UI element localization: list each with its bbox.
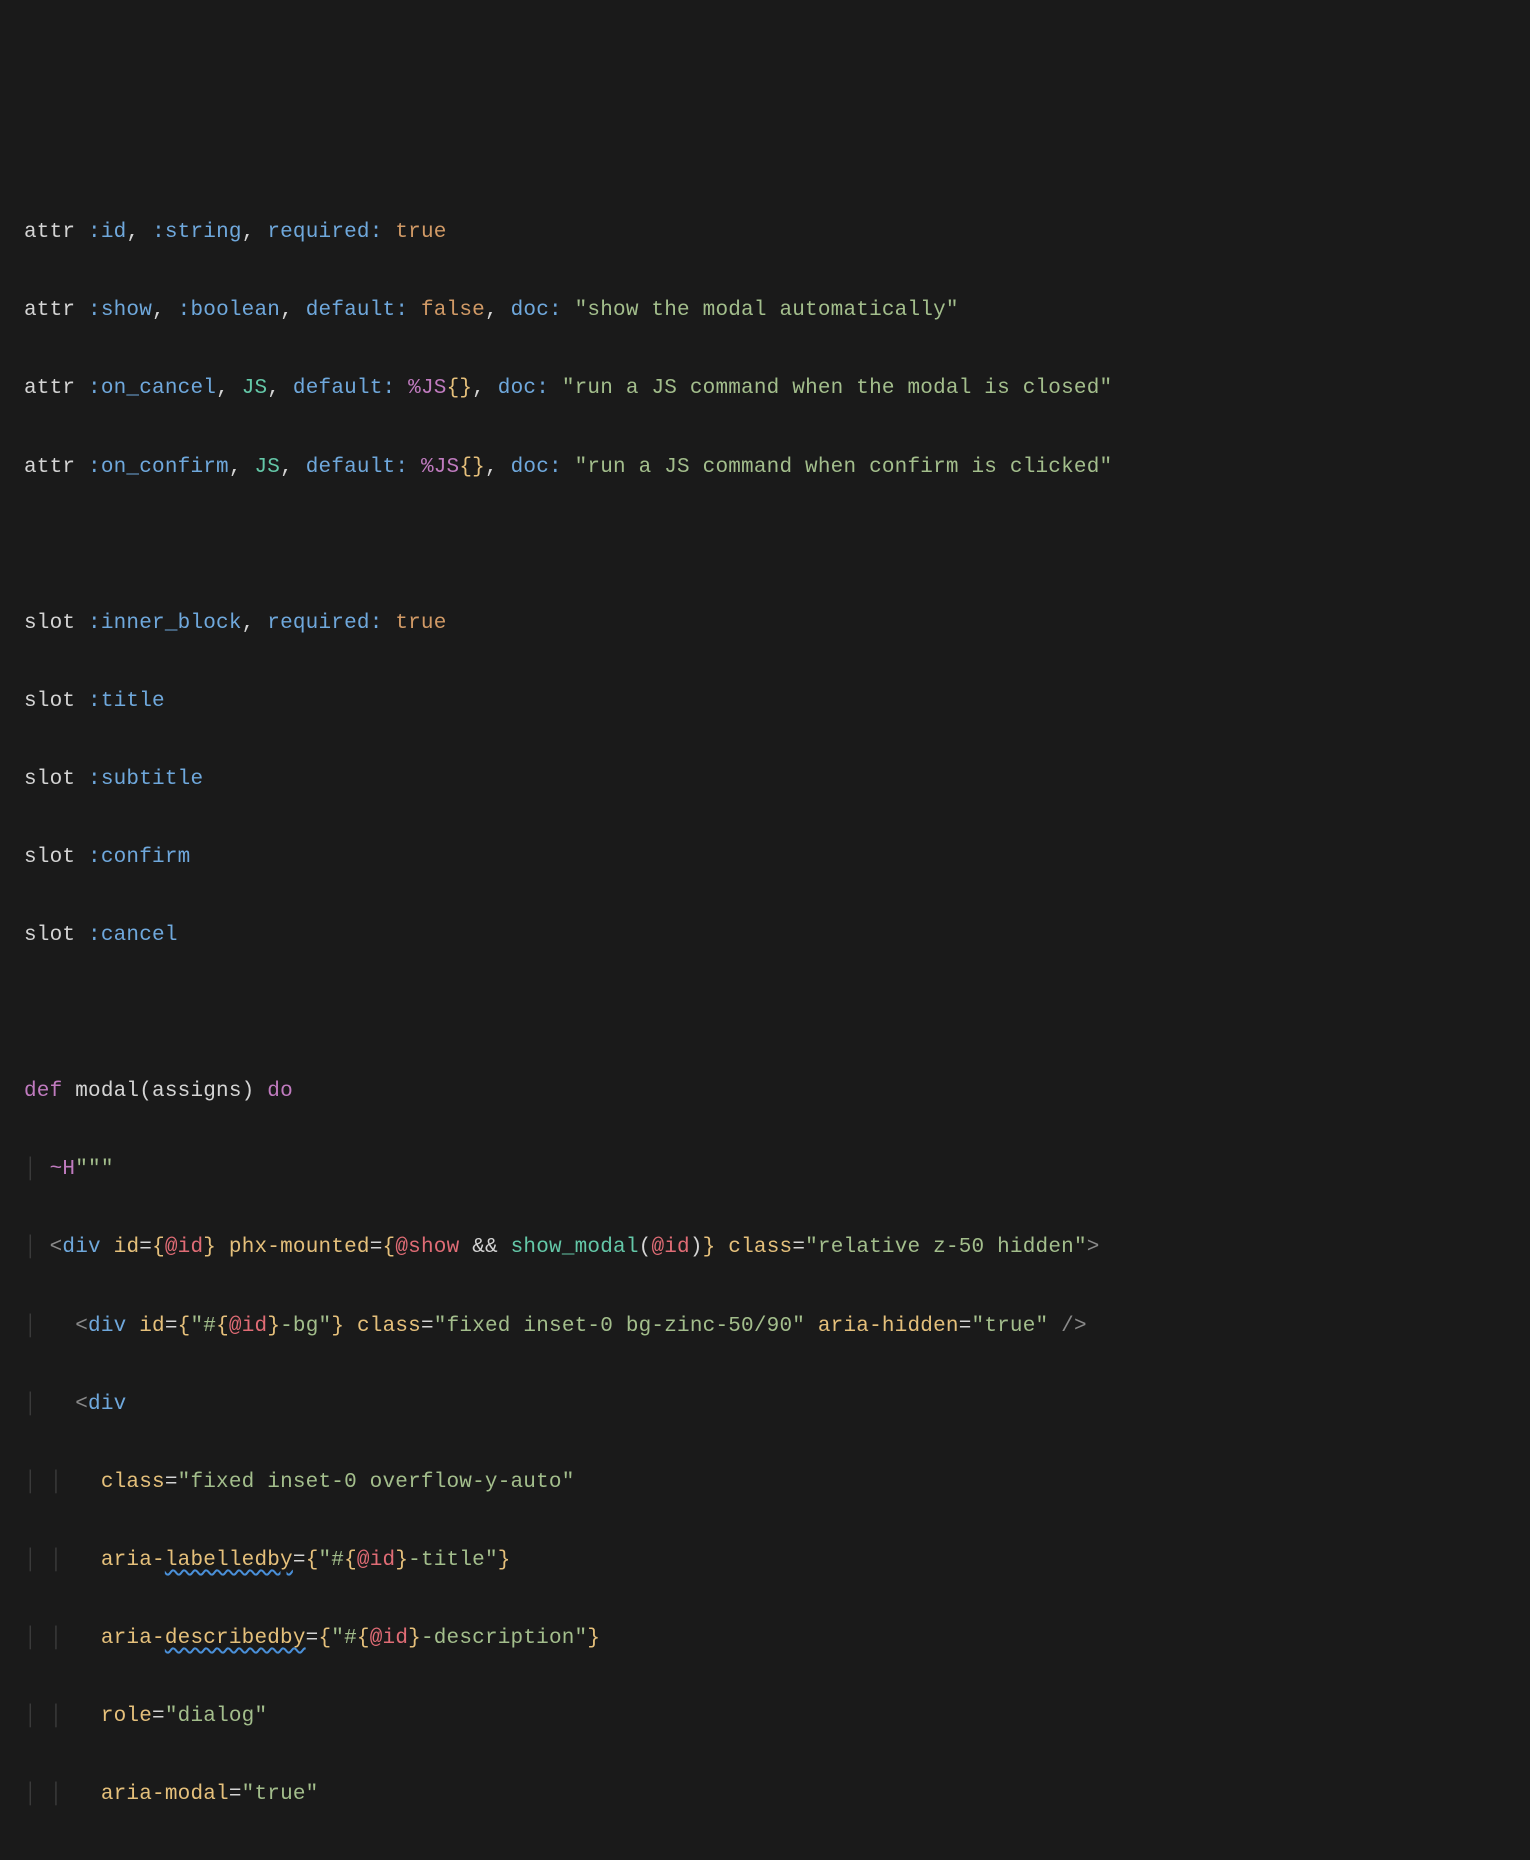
code-line: slot :title bbox=[24, 682, 1530, 721]
code-line: │ ~H""" bbox=[24, 1150, 1530, 1189]
code-line: slot :subtitle bbox=[24, 760, 1530, 799]
code-line: │ <div id={"#{@id}-bg"} class="fixed ins… bbox=[24, 1307, 1530, 1346]
code-line: attr :on_confirm, JS, default: %JS{}, do… bbox=[24, 448, 1530, 487]
code-line: │ │ aria-describedby={"#{@id}-descriptio… bbox=[24, 1619, 1530, 1658]
indent-guide-icon: │ │ bbox=[24, 1549, 75, 1572]
code-line: slot :cancel bbox=[24, 916, 1530, 955]
code-line: │ │ role="dialog" bbox=[24, 1697, 1530, 1736]
code-line: │ <div bbox=[24, 1385, 1530, 1424]
indent-guide-icon: │ │ bbox=[24, 1471, 75, 1494]
indent-guide-icon: │ bbox=[24, 1315, 50, 1338]
indent-guide-icon: │ bbox=[24, 1158, 50, 1181]
spellcheck-warning: labelledby bbox=[165, 1549, 293, 1572]
code-line: slot :confirm bbox=[24, 838, 1530, 877]
spellcheck-warning: describedby bbox=[165, 1627, 306, 1650]
indent-guide-icon: │ │ bbox=[24, 1705, 75, 1728]
code-line: attr :on_cancel, JS, default: %JS{}, doc… bbox=[24, 369, 1530, 408]
code-line: slot :inner_block, required: true bbox=[24, 604, 1530, 643]
code-line: attr :id, :string, required: true bbox=[24, 213, 1530, 252]
indent-guide-icon: │ │ bbox=[24, 1783, 75, 1806]
code-editor[interactable]: attr :id, :string, required: true attr :… bbox=[24, 174, 1530, 1853]
indent-guide-icon: │ bbox=[24, 1236, 50, 1259]
code-line: │ │ aria-modal="true" bbox=[24, 1775, 1530, 1814]
code-line bbox=[24, 994, 1530, 1033]
indent-guide-icon: │ │ bbox=[24, 1627, 75, 1650]
code-line: │ <div id={@id} phx-mounted={@show && sh… bbox=[24, 1228, 1530, 1267]
code-line: attr :show, :boolean, default: false, do… bbox=[24, 291, 1530, 330]
code-line: def modal(assigns) do bbox=[24, 1072, 1530, 1111]
code-line: │ │ aria-labelledby={"#{@id}-title"} bbox=[24, 1541, 1530, 1580]
code-line bbox=[24, 526, 1530, 565]
code-line: │ │ class="fixed inset-0 overflow-y-auto… bbox=[24, 1463, 1530, 1502]
indent-guide-icon: │ bbox=[24, 1393, 50, 1416]
